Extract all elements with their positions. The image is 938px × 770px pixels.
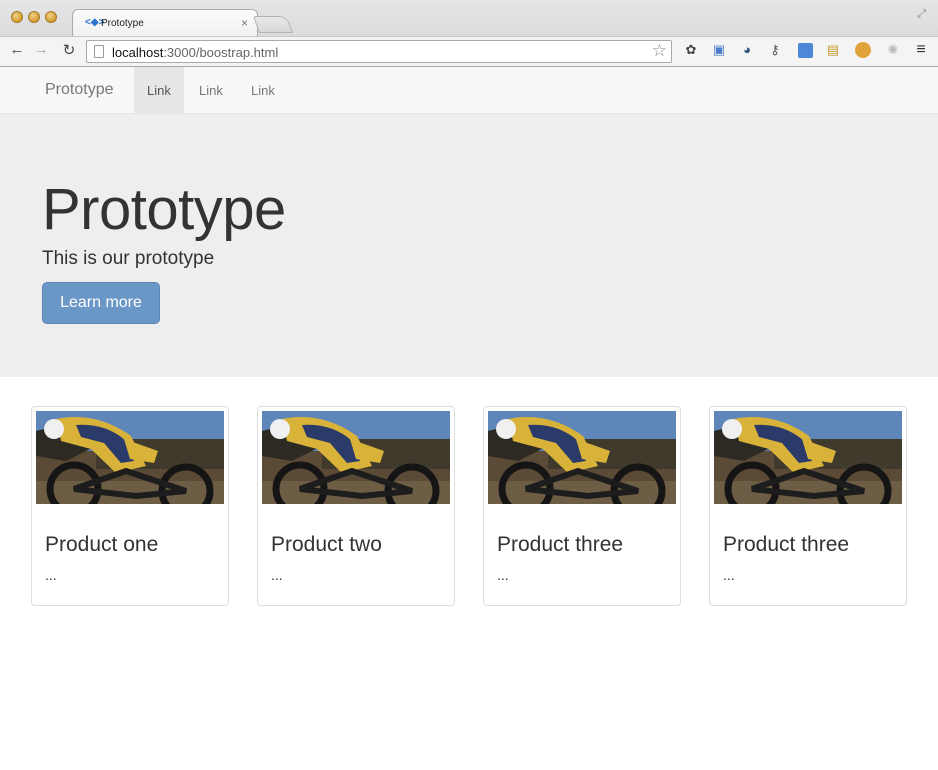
product-image [36, 411, 224, 504]
bookmark-star-icon[interactable]: ☆ [652, 41, 667, 61]
product-description: ... [723, 567, 735, 583]
gear-extension-icon[interactable]: ✿ [682, 41, 700, 59]
address-bar[interactable]: localhost:3000/boostrap.html ☆ [86, 40, 672, 63]
tab-title: Prototype [101, 18, 144, 29]
window-extension-icon[interactable]: ▣ [710, 41, 728, 59]
product-title: Product two [271, 533, 382, 556]
product-image [488, 411, 676, 504]
disabled-extension-icon[interactable]: ✺ [884, 41, 902, 59]
close-window-button[interactable] [11, 11, 23, 23]
nav-link-1[interactable]: Link [134, 67, 184, 114]
product-description: ... [497, 567, 509, 583]
product-card: Product one ... [31, 406, 229, 606]
nav-link-2[interactable]: Link [186, 67, 236, 114]
new-tab-button[interactable] [252, 16, 294, 33]
speedometer-extension-icon[interactable]: ◕ [738, 41, 756, 59]
product-description: ... [271, 567, 283, 583]
adblock-icon[interactable] [854, 41, 872, 59]
learn-more-button[interactable]: Learn more [42, 282, 160, 324]
product-card: Product two ... [257, 406, 455, 606]
product-title: Product three [497, 533, 624, 556]
product-image [262, 411, 450, 504]
yellow-extension-icon[interactable]: ▤ [824, 41, 842, 59]
page-icon [94, 45, 104, 58]
navbar-brand[interactable]: Prototype [45, 81, 113, 99]
jumbotron-heading: Prototype [42, 177, 286, 242]
product-image [714, 411, 902, 504]
reload-icon[interactable]: ↻ [60, 41, 78, 59]
product-title: Product three [723, 533, 850, 556]
window-controls [11, 11, 57, 23]
minimize-window-button[interactable] [28, 11, 40, 23]
product-card: Product three ... [483, 406, 681, 606]
forward-arrow-icon[interactable]: → [32, 41, 50, 58]
blue-extension-icon[interactable] [796, 41, 814, 59]
navbar: Prototype Link Link Link [0, 67, 938, 114]
url-path: :3000/boostrap.html [163, 45, 279, 60]
url-host: localhost [112, 45, 164, 60]
browser-chrome: <◆> Prototype × ⤢ ← → ↻ localhost:3000/b… [0, 0, 938, 67]
browser-toolbar: ← → ↻ localhost:3000/boostrap.html ☆ ✿ ▣… [0, 36, 938, 66]
jumbotron-lead: This is our prototype [42, 248, 215, 269]
zoom-window-button[interactable] [45, 11, 57, 23]
url-text[interactable]: localhost:3000/boostrap.html [112, 45, 278, 60]
back-arrow-icon[interactable]: ← [8, 41, 26, 58]
browser-tab[interactable]: <◆> Prototype × [72, 9, 258, 36]
nav-link-3[interactable]: Link [238, 67, 288, 114]
menu-icon[interactable]: ≡ [912, 41, 930, 59]
wrench-extension-icon[interactable]: ⚷ [766, 41, 784, 59]
product-description: ... [45, 567, 57, 583]
fullscreen-icon[interactable]: ⤢ [917, 8, 926, 21]
tab-close-icon[interactable]: × [241, 16, 248, 30]
product-card: Product three ... [709, 406, 907, 606]
jumbotron: Prototype This is our prototype Learn mo… [0, 114, 938, 377]
product-title: Product one [45, 533, 159, 556]
